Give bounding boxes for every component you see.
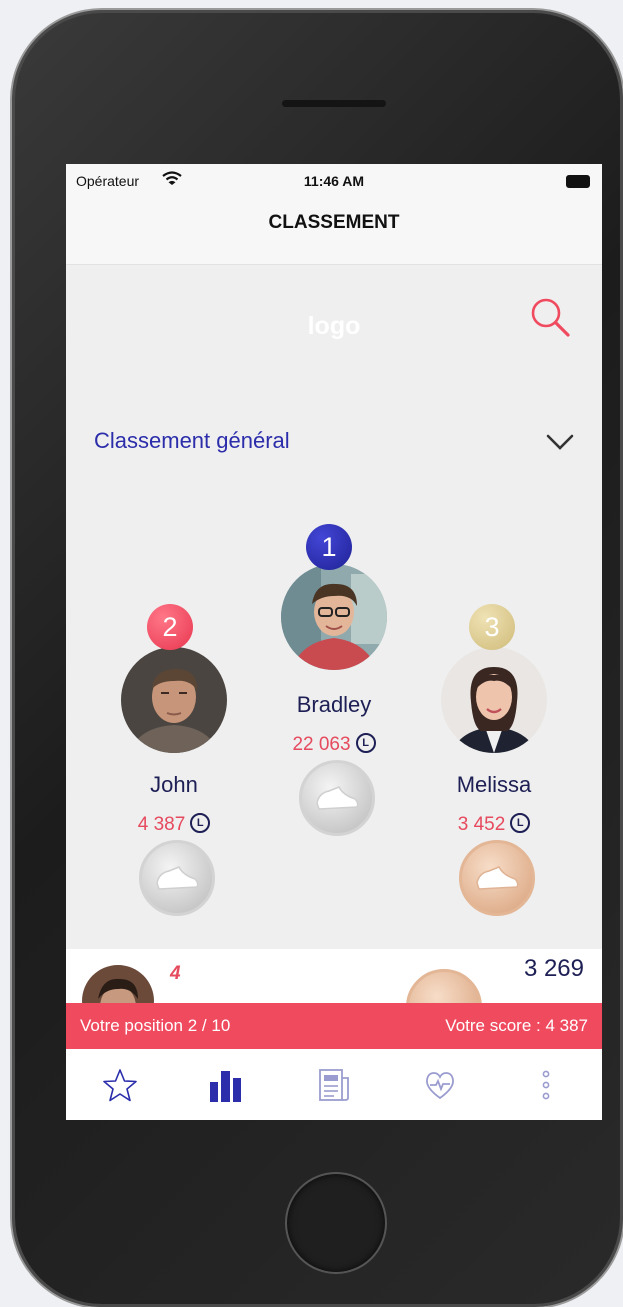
phone-frame: Opérateur 11:46 AM CLASSEMENT logo Class… — [12, 10, 623, 1307]
points-unit-icon: L — [190, 812, 211, 833]
status-time: 11:46 AM — [303, 173, 365, 189]
app-screen: Opérateur 11:46 AM CLASSEMENT logo Class… — [66, 164, 602, 1120]
podium-third[interactable]: 3 Melissa 3 452 L — [404, 604, 584, 916]
tab-bar — [66, 1049, 602, 1120]
avatar — [121, 647, 227, 753]
points-unit-icon: L — [355, 732, 376, 753]
sneaker-medal-bronze-icon — [459, 840, 535, 916]
sneaker-medal-silver-icon — [299, 760, 375, 836]
row-rank: 4 — [170, 963, 181, 984]
rank-badge-second: 2 — [147, 604, 193, 650]
podium-name-second: John — [150, 772, 198, 797]
nav-bar: CLASSEMENT — [66, 200, 602, 265]
news-icon[interactable] — [312, 1064, 356, 1108]
rank-badge-third: 3 — [469, 604, 515, 650]
search-icon[interactable] — [528, 296, 574, 342]
star-icon[interactable] — [98, 1064, 142, 1108]
podium-score-second: 4 387 L — [84, 812, 264, 836]
podium-name-third: Melissa — [456, 772, 532, 797]
avatar — [281, 564, 387, 670]
avatar — [441, 647, 547, 753]
leaderboard-icon[interactable] — [204, 1064, 248, 1108]
score-value: 4 387 — [137, 814, 186, 835]
podium-first[interactable]: 1 Bradley 22 063 L — [244, 524, 424, 836]
podium-second[interactable]: 2 John 4 387 L — [84, 604, 264, 916]
rank-badge-first: 1 — [306, 524, 352, 570]
battery-icon — [566, 175, 590, 188]
health-icon[interactable] — [418, 1064, 462, 1108]
speaker-grille — [282, 100, 386, 107]
chevron-down-icon — [546, 434, 574, 450]
user-position-text: Votre position 2 / 10 — [80, 1016, 231, 1035]
podium-name-first: Bradley — [296, 692, 372, 717]
score-value: 3 452 — [457, 814, 506, 835]
user-score-text: Votre score : 4 387 — [445, 1016, 588, 1035]
sneaker-medal-silver-icon — [139, 840, 215, 916]
podium-score-third: 3 452 L — [404, 812, 584, 836]
points-unit-icon: L — [510, 812, 531, 833]
ranking-filter-label: Classement général — [94, 428, 290, 453]
user-position-bar: Votre position 2 / 10 Votre score : 4 38… — [66, 1003, 602, 1049]
row-score: 3 269 — [523, 955, 584, 982]
logo: logo — [307, 312, 361, 340]
podium-score-first: 22 063 L — [244, 732, 424, 756]
more-icon[interactable] — [524, 1064, 568, 1108]
ranking-filter-select[interactable]: Classement général — [66, 414, 602, 474]
home-button[interactable] — [285, 1172, 387, 1274]
score-value: 22 063 — [292, 734, 351, 755]
status-bar: Opérateur 11:46 AM — [66, 164, 602, 200]
page-title: CLASSEMENT — [268, 212, 400, 233]
